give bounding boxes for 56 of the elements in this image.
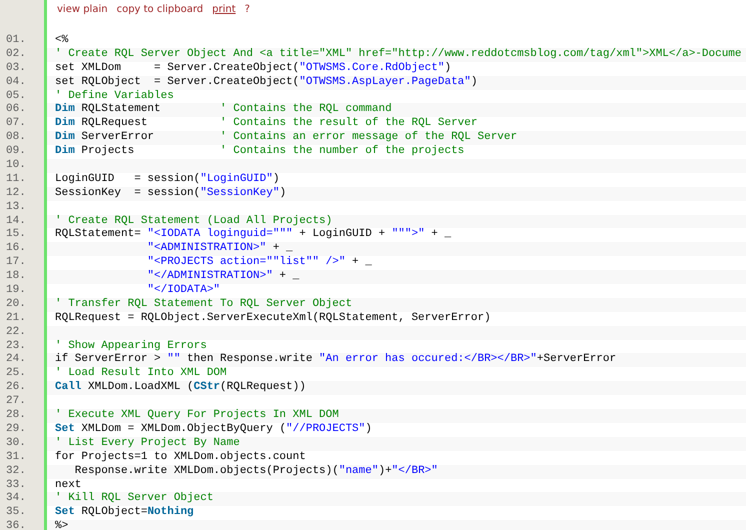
code-line: "<PROJECTS action=""list"" />" + _ xyxy=(146,256,373,270)
line-number: 13. xyxy=(5,200,27,215)
line-number: 16. xyxy=(5,242,27,256)
toolbar-link[interactable]: ? xyxy=(244,3,250,17)
line-number: 30. xyxy=(5,436,27,451)
code-line: ' Show Appearing Errors xyxy=(54,340,208,353)
line-number: 24. xyxy=(5,353,27,368)
line-number: 29. xyxy=(5,422,27,437)
line-number: 03. xyxy=(5,62,27,76)
line-number: 15. xyxy=(5,228,27,242)
code-line: set XMLDom = Server.CreateObject("OTWSMS.Core.RdObject") xyxy=(54,62,452,76)
toolbar-link[interactable]: print xyxy=(212,3,236,17)
line-number: 17. xyxy=(5,256,27,270)
code-line: RQLRequest = RQLObject.ServerExecuteXml(RQLStatement, ServerError) xyxy=(54,312,492,326)
line-number: 19. xyxy=(5,284,27,298)
toolbar-link[interactable]: view plain xyxy=(57,3,108,17)
line-number: 31. xyxy=(5,450,27,465)
code-line: Set RQLObject=Nothing xyxy=(54,506,195,520)
line-number: 18. xyxy=(5,270,27,284)
line-number: 02. xyxy=(5,48,27,62)
toolbar-link[interactable]: copy to clipboard xyxy=(116,3,204,17)
line-number: 32. xyxy=(5,464,27,478)
line-number: 28. xyxy=(5,409,27,423)
line-number: 01. xyxy=(5,34,27,48)
code-line: ' Define Variables xyxy=(54,90,175,103)
line-number: 33. xyxy=(5,478,27,492)
line-number: 11. xyxy=(5,172,27,187)
line-number: 34. xyxy=(5,492,27,506)
code-line: Dim Projects ' Contains the number of the projects xyxy=(54,145,466,160)
line-number: 10. xyxy=(5,159,27,173)
line-number: 22. xyxy=(5,326,27,340)
line-number: 09. xyxy=(5,145,27,160)
line-number: 08. xyxy=(5,131,27,146)
line-number: 20. xyxy=(5,298,27,312)
line-number: 25. xyxy=(5,367,27,382)
line-number: 06. xyxy=(5,103,27,118)
line-number: 05. xyxy=(5,90,27,104)
line-number: 36. xyxy=(5,520,27,530)
line-number: 04. xyxy=(5,76,27,90)
code-line: ' Load Result Into XML DOM xyxy=(54,367,228,381)
code-line: Dim RQLRequest ' Contains the result of the RQL Server xyxy=(54,117,478,131)
line-number: 14. xyxy=(5,214,27,228)
code-line: RQLStatement= "<IODATA loginguid=""" + LoginGUID + """>" + _ xyxy=(54,228,452,242)
code-line: LoginGUID = session("LoginGUID") xyxy=(54,172,280,187)
line-number: 35. xyxy=(5,506,27,520)
code-line: "</IODATA>" xyxy=(146,284,222,298)
line-number: 27. xyxy=(5,395,27,410)
line-number: 07. xyxy=(5,117,27,132)
code-line: <% xyxy=(54,34,70,48)
line-number: 26. xyxy=(5,381,27,396)
code-line: next xyxy=(54,478,82,492)
line-number: 12. xyxy=(5,186,27,201)
line-number: 23. xyxy=(5,340,27,354)
code-line: Set XMLDom = XMLDom.ObjectByQuery ("//PROJECTS") xyxy=(54,422,373,437)
line-number: 21. xyxy=(5,312,27,326)
code-line: for Projects=1 to XMLDom.objects.count xyxy=(54,450,307,465)
